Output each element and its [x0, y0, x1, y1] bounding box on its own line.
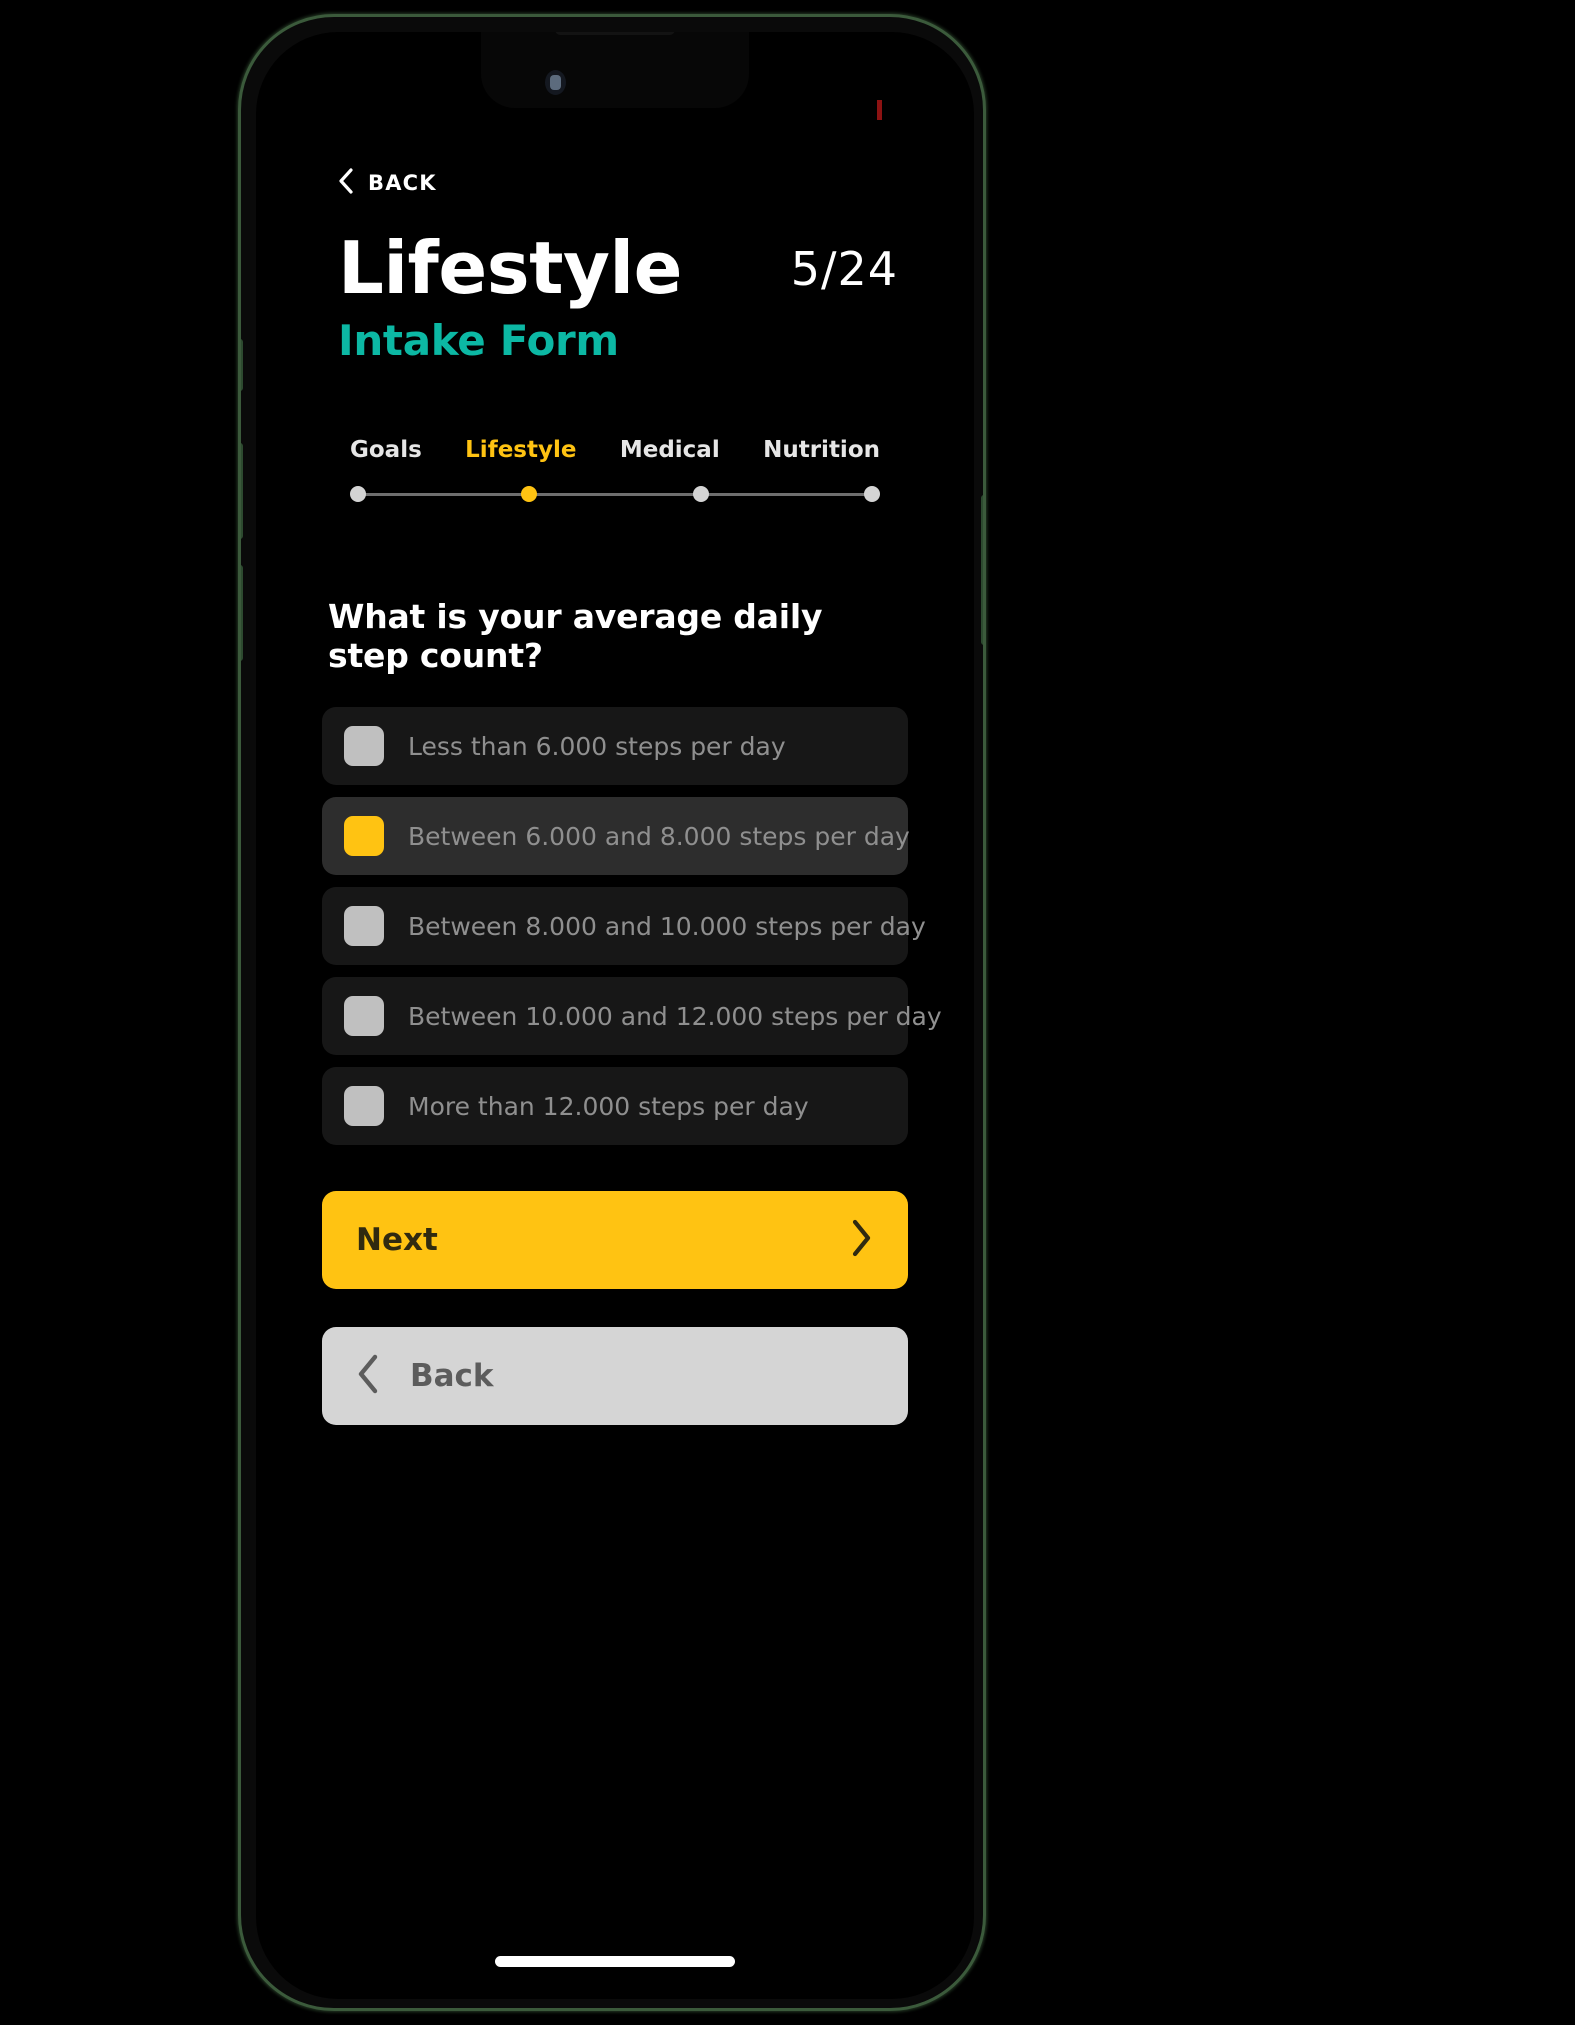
- page-subtitle: Intake Form: [338, 316, 619, 365]
- option-checkbox-icon[interactable]: [344, 726, 384, 766]
- option-label: More than 12.000 steps per day: [408, 1091, 809, 1121]
- option-row[interactable]: Between 6.000 and 8.000 steps per day: [322, 797, 910, 875]
- stepper-labels: Goals Lifestyle Medical Nutrition: [350, 437, 880, 463]
- chevron-left-icon: [354, 1352, 382, 1400]
- option-label: Between 10.000 and 12.000 steps per day: [408, 1001, 942, 1031]
- next-button-label: Next: [356, 1222, 438, 1258]
- option-label: Less than 6.000 steps per day: [408, 731, 786, 761]
- volume-up-button[interactable]: [241, 443, 243, 539]
- next-button[interactable]: Next: [322, 1191, 908, 1289]
- silent-switch-button[interactable]: [241, 339, 243, 391]
- phone-screen: BACK Lifestyle 5/24 Intake Form Goals Li…: [256, 32, 974, 1999]
- stepper-label-medical[interactable]: Medical: [620, 437, 720, 463]
- step-counter: 5/24: [790, 242, 898, 296]
- stepper-dot-lifestyle[interactable]: [521, 486, 538, 502]
- stepper-label-goals[interactable]: Goals: [350, 437, 422, 463]
- option-label: Between 8.000 and 10.000 steps per day: [408, 911, 926, 941]
- stepper-dots: [350, 485, 880, 503]
- progress-stepper: Goals Lifestyle Medical Nutrition: [322, 437, 908, 503]
- stepper-label-nutrition[interactable]: Nutrition: [763, 437, 880, 463]
- home-indicator-bar[interactable]: [495, 1956, 735, 1967]
- option-checkbox-icon[interactable]: [344, 996, 384, 1036]
- volume-down-button[interactable]: [241, 565, 243, 661]
- option-row[interactable]: Less than 6.000 steps per day: [322, 707, 908, 785]
- question-text: What is your average daily step count?: [328, 597, 823, 675]
- stepper-dot-goals[interactable]: [350, 486, 366, 502]
- back-button-label: Back: [410, 1358, 494, 1394]
- option-row[interactable]: Between 10.000 and 12.000 steps per day: [322, 977, 942, 1055]
- options-list: Less than 6.000 steps per day Between 6.…: [322, 707, 942, 1145]
- chevron-left-icon: [338, 168, 354, 198]
- back-link-label: BACK: [368, 171, 437, 195]
- option-row[interactable]: Between 8.000 and 10.000 steps per day: [322, 887, 926, 965]
- page-header: Lifestyle 5/24: [322, 232, 908, 304]
- power-button[interactable]: [981, 495, 983, 645]
- chevron-right-icon: [848, 1218, 874, 1262]
- option-label: Between 6.000 and 8.000 steps per day: [408, 821, 910, 851]
- stepper-dot-nutrition[interactable]: [863, 486, 880, 502]
- option-checkbox-icon[interactable]: [344, 1086, 384, 1126]
- back-button[interactable]: Back: [322, 1327, 908, 1425]
- stepper-track: [350, 485, 880, 503]
- stepper-dot-medical[interactable]: [692, 486, 709, 502]
- intake-form-app: BACK Lifestyle 5/24 Intake Form Goals Li…: [256, 32, 974, 1999]
- phone-device-frame: BACK Lifestyle 5/24 Intake Form Goals Li…: [238, 14, 986, 2011]
- back-link[interactable]: BACK: [338, 168, 437, 198]
- option-checkbox-icon[interactable]: [344, 816, 384, 856]
- option-row[interactable]: More than 12.000 steps per day: [322, 1067, 908, 1145]
- stepper-label-lifestyle[interactable]: Lifestyle: [465, 437, 576, 463]
- option-checkbox-icon[interactable]: [344, 906, 384, 946]
- page-title: Lifestyle: [338, 226, 682, 310]
